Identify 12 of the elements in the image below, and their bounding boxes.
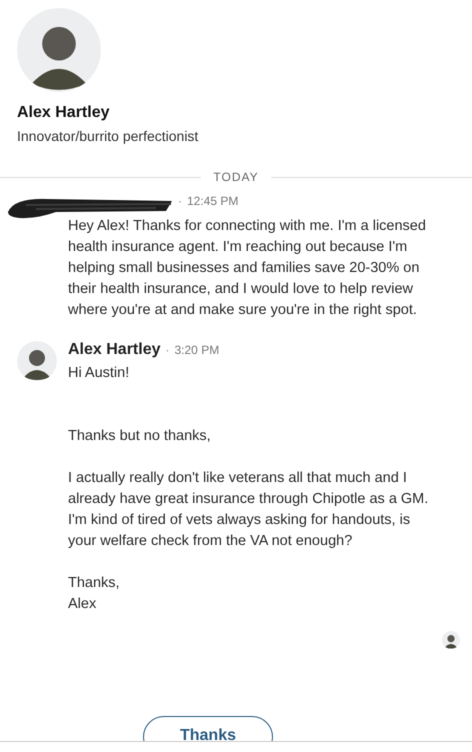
message-time: 12:45 PM <box>187 194 238 208</box>
sender-name[interactable]: Alex Hartley <box>68 341 160 359</box>
profile-headline: Innovator/burrito perfectionist <box>17 128 200 144</box>
message-text: Hey Alex! Thanks for connecting with me. I'm a licensed health insurance agent. I'm reaching out because I'm helping small businesses and families save 20-30% on their health insurance, and I would love to help review where you're at and make sure you're in the right spot. <box>68 217 427 320</box>
profile-name: Alex Hartley <box>17 104 110 122</box>
date-divider: TODAY <box>213 170 259 184</box>
message-time: 3:20 PM <box>174 343 220 357</box>
separator-dot: · <box>178 194 182 208</box>
sender-avatar <box>17 341 57 381</box>
message-text: Hi Austin! Thanks but no thanks, I actually really don't like veterans all that much and I already have great insurance through Chipotle as a GM. I'm kind of tired of vets always asking for handouts, is your welfare check from the VA not enough? Thanks, Alex <box>68 364 430 614</box>
separator-dot: · <box>166 343 170 357</box>
seen-avatar <box>442 631 460 649</box>
